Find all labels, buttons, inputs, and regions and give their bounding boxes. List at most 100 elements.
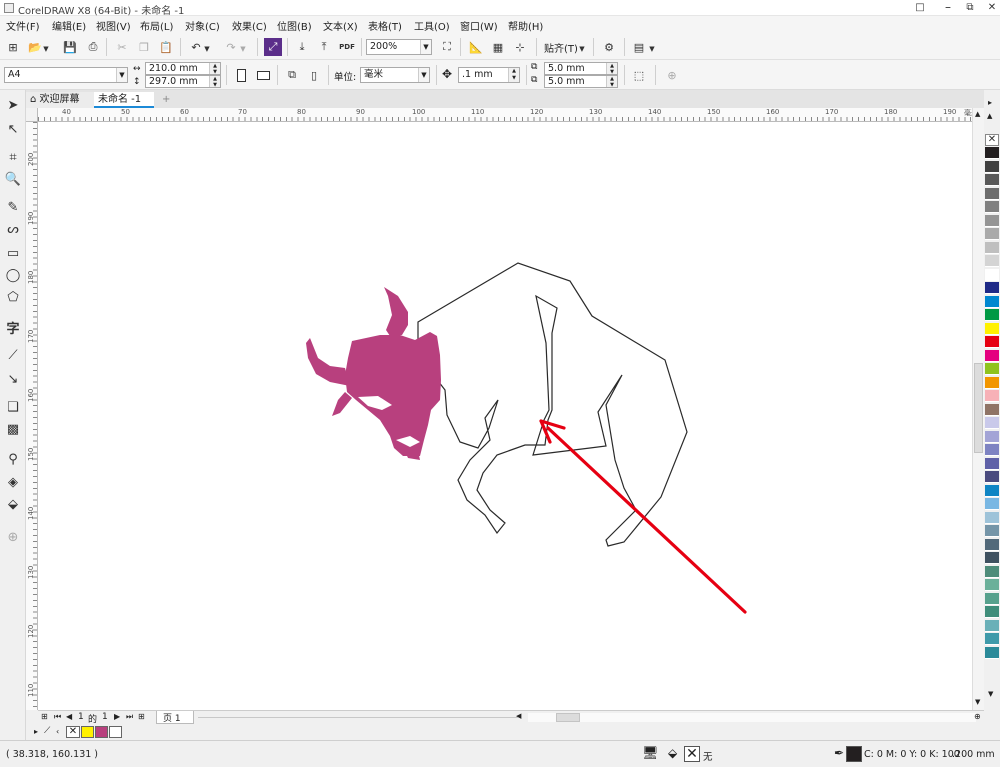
- page-tab[interactable]: 页 1: [156, 711, 194, 724]
- artistic-media-icon[interactable]: ᔕ: [4, 220, 22, 238]
- chevron-down-icon[interactable]: ▼: [116, 68, 127, 82]
- menu-effects[interactable]: 效果(C): [232, 18, 267, 33]
- crop-tool-icon[interactable]: ⌗: [4, 148, 22, 166]
- palette-swatch[interactable]: [985, 349, 999, 362]
- minimize-icon[interactable]: –: [940, 1, 956, 14]
- menu-table[interactable]: 表格(T): [368, 18, 402, 33]
- units-select[interactable]: 毫米 ▼: [360, 67, 430, 83]
- polygon-tool-icon[interactable]: ⬠: [4, 288, 22, 306]
- palette-left-icon[interactable]: ‹: [56, 727, 59, 736]
- scroll-down-icon[interactable]: ▼: [975, 698, 980, 706]
- nudge-distance-field[interactable]: .1 mm ▲ ▼: [458, 67, 520, 83]
- tab-welcome-screen[interactable]: ⌂ 欢迎屏幕: [26, 92, 94, 108]
- print-icon[interactable]: ⎙: [84, 38, 102, 56]
- add-tool-icon[interactable]: ⊕: [4, 528, 22, 546]
- palette-swatch[interactable]: [985, 255, 999, 267]
- minimize-button[interactable]: □: [912, 1, 928, 14]
- application-launcher-icon[interactable]: ▤: [630, 38, 648, 56]
- palette-swatch[interactable]: [985, 376, 999, 389]
- vertical-scroll-thumb[interactable]: [974, 363, 983, 453]
- rectangle-tool-icon[interactable]: ▭: [4, 244, 22, 262]
- palette-swatch[interactable]: [985, 322, 999, 335]
- menu-edit[interactable]: 编辑(E): [52, 18, 86, 33]
- palette-swatch[interactable]: [985, 295, 999, 308]
- palette-swatch[interactable]: [985, 241, 999, 254]
- vertical-scrollbar[interactable]: ▲ ▼: [972, 108, 984, 710]
- spin-down-icon[interactable]: ▼: [606, 82, 617, 87]
- drawing-canvas[interactable]: [38, 122, 972, 710]
- scroll-left-icon[interactable]: ◀: [516, 712, 521, 720]
- last-page-icon[interactable]: ⏭: [126, 712, 133, 722]
- palette-swatch[interactable]: [985, 336, 999, 348]
- page-width-field[interactable]: 210.0 mm ▲ ▼: [145, 62, 221, 75]
- fill-none-swatch[interactable]: ✕: [684, 746, 700, 762]
- restore-button[interactable]: ⧉: [962, 1, 978, 14]
- palette-swatch[interactable]: [985, 633, 999, 645]
- scroll-up-icon[interactable]: ▲: [975, 110, 980, 118]
- palette-swatch[interactable]: [985, 430, 999, 443]
- cut-icon[interactable]: ✂: [113, 38, 131, 56]
- pick-tool-icon[interactable]: ➤: [4, 96, 22, 114]
- palette-swatch[interactable]: [985, 646, 999, 659]
- menu-bitmaps[interactable]: 位图(B): [277, 18, 312, 33]
- palette-swatch[interactable]: [985, 228, 999, 240]
- drop-shadow-icon[interactable]: ❑: [4, 398, 22, 416]
- duplicate-distance-x-field[interactable]: 5.0 mm ▲ ▼: [544, 62, 618, 75]
- menu-view[interactable]: 视图(V): [96, 18, 131, 33]
- all-pages-icon[interactable]: ⧉: [283, 66, 301, 84]
- color-proofing-icon[interactable]: 🖥: [642, 746, 659, 761]
- options-gear-icon[interactable]: ⚙: [600, 38, 618, 56]
- outline-pen-icon[interactable]: ✒: [834, 746, 844, 760]
- save-icon[interactable]: 💾: [61, 38, 79, 56]
- page-border-icon[interactable]: ⬚: [630, 66, 648, 84]
- palette-swatch[interactable]: [985, 444, 999, 456]
- palette-swatch[interactable]: [985, 268, 999, 281]
- menu-tools[interactable]: 工具(O): [414, 18, 450, 33]
- palette-swatch[interactable]: [985, 457, 999, 470]
- palette-scroll-up-icon[interactable]: ▲: [987, 112, 992, 120]
- add-page-before-icon[interactable]: ⊞: [41, 712, 48, 721]
- chevron-down-icon[interactable]: ▼: [420, 40, 431, 54]
- fill-bucket-icon[interactable]: ⬙: [668, 746, 677, 760]
- new-document-icon[interactable]: ⊞: [4, 38, 22, 56]
- palette-swatch[interactable]: [985, 552, 999, 564]
- interactive-fill-icon[interactable]: ◈: [4, 473, 22, 491]
- palette-swatch[interactable]: [985, 525, 999, 537]
- landscape-icon[interactable]: [254, 66, 272, 84]
- add-property-icon[interactable]: ⊕: [663, 66, 681, 84]
- palette-swatch[interactable]: [985, 174, 999, 186]
- current-page-icon[interactable]: ▯: [305, 66, 323, 84]
- copy-icon[interactable]: ❐: [135, 38, 153, 56]
- palette-swatch[interactable]: [985, 592, 999, 605]
- horizontal-scrollbar[interactable]: [528, 713, 976, 722]
- ruler-origin[interactable]: [26, 108, 38, 122]
- palette-swatch[interactable]: [985, 579, 999, 591]
- open-dropdown-icon[interactable]: ▼: [42, 40, 50, 58]
- tab-document[interactable]: 未命名 -1: [94, 92, 154, 108]
- palette-scroll-down-icon[interactable]: ▼: [988, 690, 993, 698]
- palette-swatch[interactable]: [985, 471, 999, 483]
- no-color-swatch[interactable]: ✕: [66, 726, 80, 738]
- export-pdf-icon[interactable]: PDF: [338, 38, 356, 56]
- zoom-navigator-icon[interactable]: ⊕: [974, 712, 981, 721]
- eyedropper-icon[interactable]: ⚲: [4, 450, 22, 468]
- eyedropper-icon[interactable]: ⟋: [44, 726, 50, 736]
- palette-swatch[interactable]: [985, 187, 999, 200]
- horizontal-ruler[interactable]: 40 50 60 70 80 90 100 110 120 130 140 15…: [38, 108, 988, 122]
- text-tool-icon[interactable]: 字: [4, 318, 22, 337]
- ellipse-tool-icon[interactable]: ◯: [4, 266, 22, 284]
- vertical-ruler[interactable]: 200 190 180 170 160 150 140 130 120 110: [26, 122, 38, 710]
- paper-size-select[interactable]: A4 ▼: [4, 67, 128, 83]
- add-page-after-icon[interactable]: ⊞: [138, 712, 145, 721]
- no-color-swatch[interactable]: ✕: [985, 134, 999, 146]
- launcher-dropdown-icon[interactable]: ▼: [648, 40, 656, 58]
- portrait-icon[interactable]: [232, 66, 250, 84]
- zoom-tool-icon[interactable]: 🔍: [4, 170, 22, 188]
- palette-swatch[interactable]: [985, 282, 999, 294]
- palette-swatch[interactable]: [985, 147, 999, 159]
- zoom-level-select[interactable]: 200% ▼: [366, 39, 432, 55]
- document-palette-swatch[interactable]: [109, 726, 122, 738]
- paste-icon[interactable]: 📋: [157, 38, 175, 56]
- menu-text[interactable]: 文本(X): [323, 18, 358, 33]
- full-screen-icon[interactable]: ⛶: [438, 38, 456, 56]
